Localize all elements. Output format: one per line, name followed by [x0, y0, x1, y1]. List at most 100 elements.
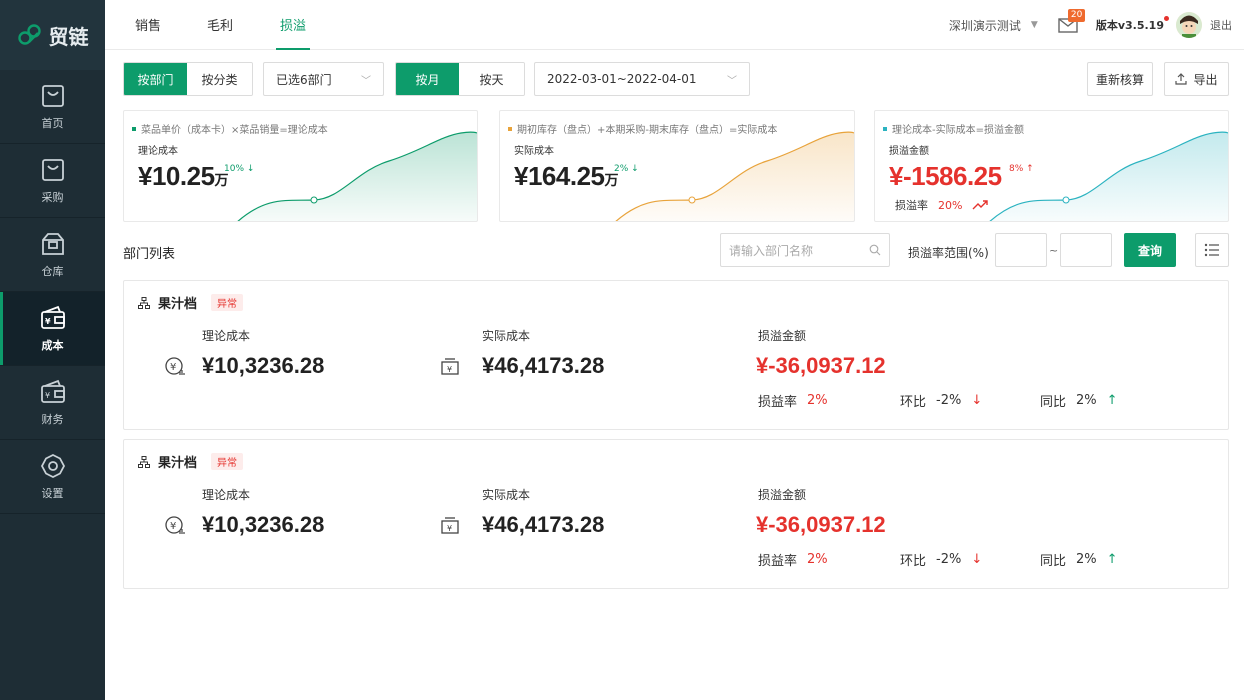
- caret-down-icon: ▼: [1030, 20, 1038, 30]
- sidebar-item-warehouse[interactable]: 仓库: [0, 218, 105, 292]
- coin-chart-icon: ¥: [165, 357, 185, 375]
- trend-wave-chart: [615, 131, 854, 221]
- by-day-button[interactable]: 按天: [459, 63, 524, 95]
- by-month-button[interactable]: 按月: [396, 63, 460, 95]
- tab-sales[interactable]: 销售: [135, 0, 161, 50]
- svg-text:¥: ¥: [45, 391, 50, 400]
- range-max-input[interactable]: [1060, 233, 1112, 267]
- avatar-icon: [1176, 12, 1202, 38]
- loss-rate: 损益率 2%: [758, 393, 828, 410]
- trend-wave-chart: [237, 131, 477, 221]
- bullet-icon: [883, 126, 887, 131]
- department-select[interactable]: 已选6部门 ﹀: [263, 62, 384, 96]
- loss-rate: 损溢率 20%: [895, 197, 989, 213]
- chevron-down-icon: ﹀: [727, 75, 737, 87]
- group-by-category-button[interactable]: 按分类: [187, 63, 252, 95]
- svg-text:¥: ¥: [447, 365, 452, 374]
- finance-icon: ¥: [40, 379, 65, 403]
- loss-rate: 损益率 2%: [758, 552, 828, 569]
- card-value: ¥164.25万: [514, 161, 618, 191]
- trend-up-icon: [972, 200, 989, 210]
- theory-cost-label: 理论成本: [202, 488, 251, 502]
- list-view-button[interactable]: [1195, 233, 1229, 267]
- department-name: 果汁档 异常: [138, 452, 244, 471]
- actual-cost-label: 实际成本: [482, 488, 531, 502]
- arrow-down-icon: ↓: [971, 552, 983, 567]
- loss-amount-value: ¥-36,0937.12: [756, 512, 886, 537]
- actual-cost-label: 实际成本: [482, 329, 531, 343]
- actual-cost-value: ¥46,4173.28: [482, 353, 605, 378]
- store-switcher[interactable]: 深圳演示测试 ▼: [949, 17, 1038, 34]
- sidebar: 贸链 首页 采购 仓库 ¥ 成本 ¥ 财务 设置: [0, 0, 105, 700]
- arrow-up-icon: ↑: [1106, 552, 1118, 567]
- sidebar-item-label: 采购: [41, 190, 64, 204]
- cost-icon: ¥: [40, 305, 65, 329]
- year-over-year: 同比 2% ↑: [1040, 393, 1118, 410]
- upload-icon: [1175, 73, 1188, 85]
- sidebar-item-label: 财务: [41, 412, 64, 426]
- money-box-icon: ¥: [441, 517, 459, 534]
- department-list-title: 部门列表: [123, 247, 176, 262]
- org-chart-icon: [138, 296, 150, 309]
- gear-icon: [40, 453, 65, 478]
- arrow-down-icon: ↓: [971, 393, 983, 408]
- sidebar-item-cost[interactable]: ¥ 成本: [0, 292, 105, 366]
- sidebar-item-label: 仓库: [41, 264, 64, 278]
- profit-loss-card: 理论成本-实际成本=损溢金额 损溢金额 ¥-1586.25 8% ↑ 损溢率 2…: [874, 110, 1229, 222]
- coin-chart-icon: ¥: [165, 516, 185, 534]
- date-range-picker[interactable]: 2022-03-01~2022-04-01 ﹀: [534, 62, 750, 96]
- header-right: 深圳演示测试 ▼ 20 版本v3.5.19 退出: [949, 0, 1232, 50]
- svg-text:¥: ¥: [447, 524, 452, 533]
- arrow-up-icon: ↑: [1106, 393, 1118, 408]
- status-badge: 异常: [211, 453, 244, 470]
- sidebar-item-home[interactable]: 首页: [0, 70, 105, 144]
- loss-amount-value: ¥-36,0937.12: [756, 353, 886, 378]
- query-button[interactable]: 查询: [1124, 233, 1176, 267]
- home-icon: [41, 84, 64, 107]
- department-name: 果汁档 异常: [138, 293, 244, 312]
- bullet-icon: [508, 126, 512, 131]
- recalculate-button[interactable]: 重新核算: [1087, 62, 1153, 96]
- brand-logo[interactable]: 贸链: [0, 0, 105, 70]
- money-box-icon: ¥: [441, 358, 459, 375]
- tab-gross-profit[interactable]: 毛利: [207, 0, 233, 50]
- card-label: 理论成本: [138, 146, 178, 157]
- theory-cost-label: 理论成本: [202, 329, 251, 343]
- department-search-input[interactable]: 请输入部门名称: [720, 233, 890, 267]
- actual-cost-value: ¥46,4173.28: [482, 512, 605, 537]
- department-row[interactable]: 果汁档 异常 理论成本 ¥ ¥10,3236.28 实际成本 ¥ ¥46,417…: [123, 280, 1229, 430]
- org-chart-icon: [138, 455, 150, 468]
- chevron-down-icon: ﹀: [361, 75, 371, 87]
- range-separator: ~: [1049, 244, 1059, 257]
- sidebar-item-finance[interactable]: ¥ 财务: [0, 366, 105, 440]
- month-over-month: 环比 -2% ↓: [900, 552, 983, 569]
- sidebar-item-label: 设置: [41, 486, 64, 500]
- avatar[interactable]: [1176, 12, 1202, 38]
- version-label: 版本v3.5.19: [1096, 16, 1169, 33]
- sidebar-item-settings[interactable]: 设置: [0, 440, 105, 514]
- mail-badge: 20: [1067, 9, 1086, 22]
- sidebar-item-purchase[interactable]: 采购: [0, 144, 105, 218]
- search-icon: [869, 244, 881, 256]
- tab-profit-loss[interactable]: 损溢: [275, 0, 311, 50]
- logout-link[interactable]: 退出: [1210, 17, 1232, 33]
- card-value: ¥-1586.25: [889, 161, 1002, 191]
- card-label: 损溢金额: [889, 146, 929, 157]
- loss-amount-label: 损溢金额: [758, 488, 807, 502]
- status-badge: 异常: [211, 294, 244, 311]
- theory-cost-value: ¥10,3236.28: [202, 512, 325, 537]
- export-button[interactable]: 导出: [1164, 62, 1229, 96]
- brand-name: 贸链: [48, 24, 89, 49]
- svg-text:¥: ¥: [170, 362, 176, 373]
- top-header: 销售 毛利 损溢 深圳演示测试 ▼ 20 版本v3.5.19 退出: [105, 0, 1244, 50]
- period-toggle: 按月 按天: [395, 62, 525, 96]
- group-by-toggle: 按部门 按分类: [123, 62, 253, 96]
- group-by-department-button[interactable]: 按部门: [124, 63, 188, 95]
- warehouse-icon: [41, 232, 64, 255]
- mail-button[interactable]: 20: [1058, 9, 1086, 33]
- version-dot: [1164, 16, 1169, 21]
- range-min-input[interactable]: [995, 233, 1047, 267]
- department-row[interactable]: 果汁档 异常 理论成本 ¥ ¥10,3236.28 实际成本 ¥ ¥46,417…: [123, 439, 1229, 589]
- svg-text:¥: ¥: [45, 317, 51, 326]
- theory-cost-card: 菜品单价（成本卡）×菜品销量=理论成本 理论成本 ¥10.25万 10% ↓: [123, 110, 478, 222]
